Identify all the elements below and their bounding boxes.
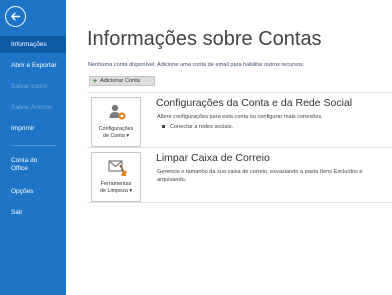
nav-item-print[interactable]: Imprimir (0, 125, 66, 133)
main-panel: Informações sobre Contas Nenhuma conta d… (66, 0, 392, 295)
cleanup-mailbox-description: Gerencie o tamanho da sua caixa de corre… (157, 169, 363, 183)
account-settings-title: Configurações da Conta e da Rede Social (156, 97, 353, 109)
nav-item-exit[interactable]: Sair (0, 209, 66, 217)
sidebar-divider (11, 145, 57, 146)
account-settings-icon (109, 104, 126, 120)
back-button[interactable] (5, 6, 26, 27)
cleanup-tools-label: Ferramentas de Limpeza ▾ (99, 181, 133, 194)
bullet-icon (162, 125, 165, 129)
cleanup-tools-button[interactable]: Ferramentas de Limpeza ▾ (91, 152, 141, 202)
plus-icon: + (93, 77, 98, 85)
info-text: Nenhuma conta disponível. Adicione uma c… (88, 62, 305, 68)
page-title: Informações sobre Contas (87, 28, 322, 50)
add-account-button[interactable]: + Adicionar Conta (89, 76, 155, 86)
nav-item-save-as: Salvar como (11, 83, 48, 90)
section-divider (87, 92, 392, 93)
account-settings-description: Altere configurações para esta conta ou … (157, 114, 323, 120)
nav-item-options[interactable]: Opções (0, 188, 66, 196)
account-settings-label: Configurações de Conta ▾ (98, 126, 134, 139)
cleanup-mailbox-title: Limpar Caixa de Correio (156, 152, 270, 164)
add-account-label: Adicionar Conta (100, 78, 140, 84)
nav-item-info[interactable]: Informações (0, 36, 66, 53)
arrow-left-icon (11, 12, 21, 21)
social-network-bullet: Conectar a redes sociais. (162, 124, 233, 130)
nav-item-open-export[interactable]: Abrir e Exportar (0, 62, 66, 70)
account-settings-button[interactable]: Configurações de Conta ▾ (91, 97, 141, 147)
backstage-sidebar: Informações Abrir e Exportar Salvar como… (0, 0, 66, 295)
section-divider (87, 202, 392, 203)
nav-item-office-account[interactable]: Conta do Office (0, 157, 50, 173)
nav-item-save-attachments: Salvar Anexos (11, 104, 53, 111)
mailbox-cleanup-icon (108, 160, 127, 176)
section-divider (87, 147, 392, 148)
